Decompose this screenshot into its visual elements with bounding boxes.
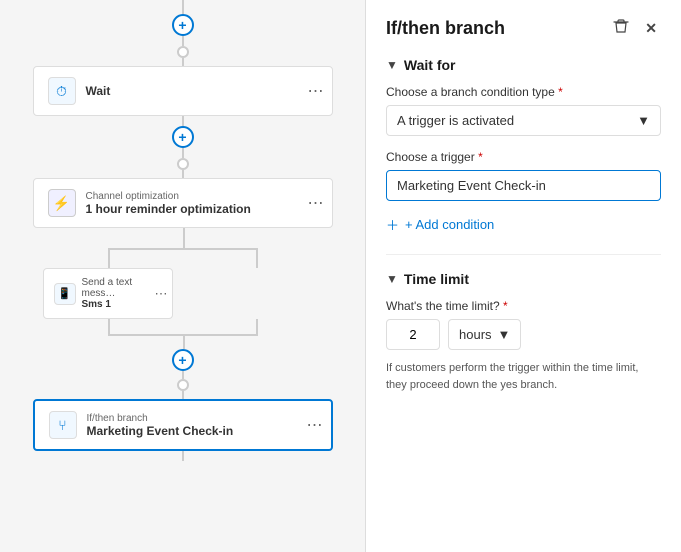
wait-card-text: Wait (86, 84, 318, 98)
wait-for-title: Wait for (404, 57, 456, 73)
channel-icon: ⚡ (48, 189, 76, 217)
branch-cards-row: 📱 Send a text mess… Sms 1 ⋯ (33, 268, 333, 319)
channel-card-menu[interactable]: ⋯ (308, 193, 324, 213)
right-panel: If/then branch ✕ ▼ Wait for Choose a bra… (365, 0, 681, 552)
add-button-3[interactable]: + (172, 349, 194, 371)
sms-card-text: Send a text mess… Sms 1 (82, 277, 162, 310)
panel-title: If/then branch (386, 18, 505, 39)
connector-circle-2 (177, 158, 189, 170)
add-condition-plus: ＋ (386, 215, 399, 234)
ifthen-card[interactable]: ⑂ If/then branch Marketing Event Check-i… (33, 399, 333, 451)
merge-lines (33, 319, 333, 349)
sms-card-title: Send a text mess… (82, 277, 162, 299)
add-button-2[interactable]: + (172, 126, 194, 148)
time-limit-header[interactable]: ▼ Time limit (386, 271, 661, 287)
sms-icon: 📱 (54, 283, 76, 305)
wait-card-title: Wait (86, 84, 318, 98)
branch-lines (33, 228, 333, 268)
panel-header: If/then branch ✕ (386, 16, 661, 41)
time-limit-section: ▼ Time limit What's the time limit? * ho… (386, 271, 661, 393)
time-limit-row: hours ▼ (386, 319, 661, 350)
section-divider (386, 254, 661, 255)
trigger-label: Choose a trigger * (386, 150, 661, 164)
condition-type-label: Choose a branch condition type * (386, 85, 661, 99)
time-limit-title: Time limit (404, 271, 469, 287)
time-limit-helper: If customers perform the trigger within … (386, 360, 661, 393)
channel-card-text: Channel optimization 1 hour reminder opt… (86, 191, 318, 216)
add-condition-label: + Add condition (405, 217, 494, 232)
trigger-input[interactable] (386, 170, 661, 201)
channel-card-subtitle: 1 hour reminder optimization (86, 202, 318, 216)
time-unit-value: hours (459, 327, 492, 342)
time-value-input[interactable] (386, 319, 440, 350)
trigger-required: * (478, 150, 483, 164)
ifthen-card-text: If/then branch Marketing Event Check-in (87, 413, 317, 438)
wait-card[interactable]: ⏱ Wait ⋯ (33, 66, 333, 116)
channel-card[interactable]: ⚡ Channel optimization 1 hour reminder o… (33, 178, 333, 228)
branch-left: 📱 Send a text mess… Sms 1 ⋯ (43, 268, 183, 319)
sms-card-subtitle: Sms 1 (82, 299, 162, 310)
time-limit-question-label: What's the time limit? * (386, 299, 661, 313)
wait-for-chevron: ▼ (386, 58, 398, 72)
delete-button[interactable] (609, 16, 633, 41)
connector-circle-1 (177, 46, 189, 58)
condition-type-chevron: ▼ (637, 113, 650, 128)
top-add-button[interactable]: + (172, 14, 194, 36)
ifthen-card-menu[interactable]: ⋯ (307, 415, 323, 435)
ifthen-card-label: If/then branch (87, 413, 317, 424)
time-unit-chevron: ▼ (498, 327, 511, 342)
left-panel: + ⏱ Wait ⋯ + ⚡ Channel optimization 1 ho… (0, 0, 365, 552)
channel-card-label: Channel optimization (86, 191, 318, 202)
panel-actions: ✕ (609, 16, 661, 41)
wait-for-header[interactable]: ▼ Wait for (386, 57, 661, 73)
condition-type-dropdown[interactable]: A trigger is activated ▼ (386, 105, 661, 136)
add-condition-button[interactable]: ＋ + Add condition (386, 215, 494, 234)
time-unit-dropdown[interactable]: hours ▼ (448, 319, 521, 350)
condition-type-required: * (558, 85, 563, 99)
connector-circle-3 (177, 379, 189, 391)
condition-type-value: A trigger is activated (397, 113, 514, 128)
sms-card[interactable]: 📱 Send a text mess… Sms 1 ⋯ (43, 268, 173, 319)
wait-card-menu[interactable]: ⋯ (308, 81, 324, 101)
close-button[interactable]: ✕ (641, 18, 661, 39)
wait-for-section: ▼ Wait for Choose a branch condition typ… (386, 57, 661, 234)
ifthen-card-subtitle: Marketing Event Check-in (87, 424, 317, 438)
time-limit-required: * (503, 299, 508, 313)
time-limit-chevron: ▼ (386, 272, 398, 286)
flow-wrapper: + ⏱ Wait ⋯ + ⚡ Channel optimization 1 ho… (0, 0, 365, 461)
wait-icon: ⏱ (48, 77, 76, 105)
ifthen-icon: ⑂ (49, 411, 77, 439)
sms-card-menu[interactable]: ⋯ (155, 286, 168, 302)
